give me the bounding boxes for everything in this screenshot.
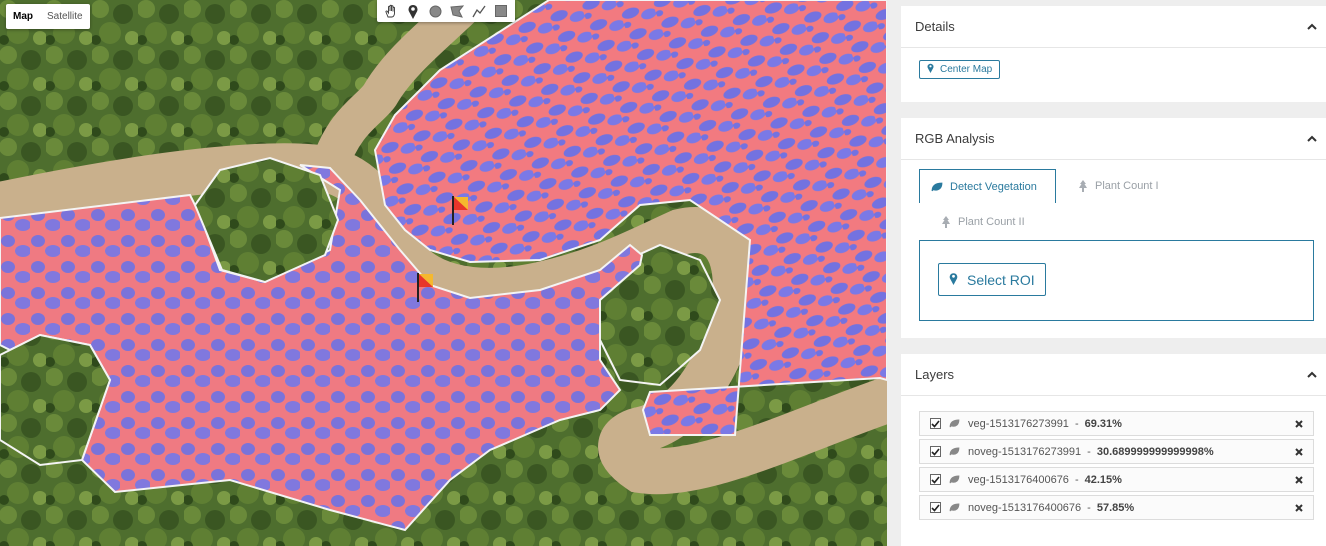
leaf-icon <box>949 503 960 512</box>
layer-checkbox[interactable] <box>930 502 941 513</box>
tab-detect-vegetation[interactable]: Detect Vegetation <box>919 169 1056 203</box>
details-panel-header[interactable]: Details <box>901 6 1326 48</box>
center-map-label: Center Map <box>940 64 993 75</box>
map-type-map-button[interactable]: Map <box>6 4 40 29</box>
rectangle-icon[interactable] <box>490 0 512 22</box>
details-panel: Details Center Map <box>901 6 1326 102</box>
polygon-icon[interactable] <box>446 0 468 22</box>
close-icon[interactable] <box>1295 447 1303 456</box>
layer-row: noveg-1513176273991 - 30.689999999999998… <box>919 439 1314 464</box>
select-roi-label: Select ROI <box>967 271 1035 288</box>
layer-row: veg-1513176273991 - 69.31% <box>919 411 1314 436</box>
layer-name: veg-1513176400676 <box>968 473 1069 486</box>
analysis-tabs: Detect Vegetation Plant Count I Plant Co… <box>919 169 1313 241</box>
map-type-satellite-button[interactable]: Satellite <box>40 4 90 29</box>
rgb-analysis-panel: RGB Analysis Detect Vegetation Plant Cou… <box>901 118 1326 338</box>
map-pin-icon <box>949 272 958 288</box>
leaf-icon <box>949 447 960 456</box>
details-title: Details <box>915 19 955 34</box>
layer-name: veg-1513176273991 <box>968 417 1069 430</box>
leaf-icon <box>949 475 960 484</box>
map-imagery <box>0 0 887 546</box>
leaf-icon <box>931 182 943 192</box>
rgb-analysis-title: RGB Analysis <box>915 131 995 146</box>
polyline-icon[interactable] <box>468 0 490 22</box>
map-type-control: Map Satellite <box>6 4 90 29</box>
layers-panel-header[interactable]: Layers <box>901 354 1326 396</box>
layer-row: veg-1513176400676 - 42.15% <box>919 467 1314 492</box>
chevron-up-icon[interactable] <box>1298 118 1326 160</box>
layers-panel: Layers veg-1513176273991 - 69.31% noveg-… <box>901 354 1326 546</box>
drawing-toolbar <box>377 0 515 22</box>
layer-row: noveg-1513176400676 - 57.85% <box>919 495 1314 520</box>
layer-checkbox[interactable] <box>930 446 941 457</box>
tab-plant-count-i[interactable]: Plant Count I <box>1067 169 1170 203</box>
circle-icon[interactable] <box>424 0 446 22</box>
marker-icon[interactable] <box>402 0 424 22</box>
chevron-up-icon[interactable] <box>1298 6 1326 48</box>
layers-list: veg-1513176273991 - 69.31% noveg-1513176… <box>919 411 1314 523</box>
layer-value: 42.15% <box>1084 473 1122 486</box>
center-map-button[interactable]: Center Map <box>919 60 1001 79</box>
tab-plant-count-ii[interactable]: Plant Count II <box>930 205 1036 239</box>
layers-title: Layers <box>915 367 955 382</box>
layer-value: 57.85% <box>1096 501 1135 514</box>
sidebar: Details Center Map RGB Analysis Detect V… <box>887 0 1326 546</box>
leaf-icon <box>949 419 960 428</box>
tree-icon <box>1078 180 1088 192</box>
close-icon[interactable] <box>1295 419 1303 428</box>
detect-vegetation-tab-content: Select ROI <box>919 240 1314 321</box>
tree-icon <box>941 216 951 228</box>
close-icon[interactable] <box>1295 475 1303 484</box>
layer-checkbox[interactable] <box>930 418 941 429</box>
flag-marker-icon[interactable] <box>451 195 469 225</box>
flag-marker-icon[interactable] <box>416 272 434 302</box>
layer-name: noveg-1513176400676 <box>968 501 1082 514</box>
map-canvas[interactable]: Map Satellite <box>0 0 887 546</box>
map-pin-icon <box>927 63 934 76</box>
rgb-analysis-panel-header[interactable]: RGB Analysis <box>901 118 1326 160</box>
hand-icon[interactable] <box>380 0 402 22</box>
layer-value: 30.689999999999998% <box>1096 445 1214 458</box>
layer-value: 69.31% <box>1084 417 1122 430</box>
select-roi-button[interactable]: Select ROI <box>938 263 1046 296</box>
chevron-up-icon[interactable] <box>1298 354 1326 396</box>
close-icon[interactable] <box>1295 503 1303 512</box>
layer-checkbox[interactable] <box>930 474 941 485</box>
layer-name: noveg-1513176273991 <box>968 445 1082 458</box>
